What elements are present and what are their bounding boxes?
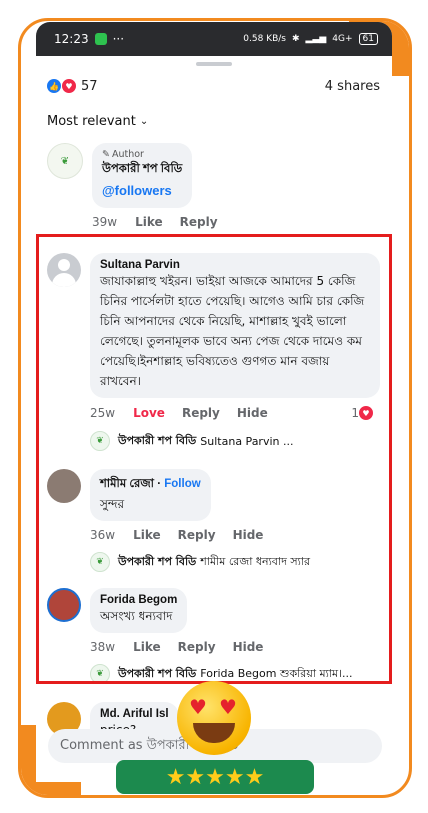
reactions-summary: 👍 ♥ 57 4 shares xyxy=(36,66,392,94)
hide-button[interactable]: Hide xyxy=(237,406,268,420)
pencil-icon: ✎ xyxy=(102,149,110,160)
comment-bubble: ✎ Author উপকারী শপ বিডি @followers xyxy=(92,143,193,208)
network-type: 4G+ xyxy=(332,34,353,44)
heart-eyes-emoji-icon: ♥ ♥ xyxy=(177,681,251,755)
reply-button[interactable]: Reply xyxy=(178,640,216,654)
author-tag: ✎ Author xyxy=(102,149,144,160)
battery-icon: 61 xyxy=(358,33,378,45)
comment-bubble: শামীম রেজা · Follow সুন্দর xyxy=(90,469,211,521)
shop-avatar-small: ❦ xyxy=(90,431,110,451)
reactions-button[interactable]: 👍 ♥ 57 xyxy=(47,78,98,94)
shop-avatar[interactable]: ❦ xyxy=(47,143,83,179)
signal-icon: ▂▃▅ xyxy=(305,34,327,44)
comment-text: সুন্দর xyxy=(100,497,125,511)
default-avatar[interactable] xyxy=(47,253,81,287)
comment-time: 39w xyxy=(92,215,118,229)
comment-shamim: শামীম রেজা · Follow সুন্দর 36w Like Repl… xyxy=(47,469,392,572)
comment-text: অসংখ্য ধন্যবাদ xyxy=(100,609,173,623)
comment-time: 36w xyxy=(90,528,116,542)
comment-author-name[interactable]: উপকারী শপ বিডি xyxy=(102,160,182,179)
comment-actions: 39w Like Reply xyxy=(92,215,235,229)
comment-forida: Forida Begom অসংখ্য ধন্যবাদ 38w Like Rep… xyxy=(47,588,392,684)
hide-button[interactable]: Hide xyxy=(233,640,264,654)
emoji-mouth xyxy=(193,723,235,743)
shop-avatar-small: ❦ xyxy=(90,552,110,572)
comment-actions: 38w Like Reply Hide xyxy=(90,640,353,654)
reply-author: উপকারী শপ বিডি xyxy=(118,666,197,680)
heart-eye-left-icon: ♥ xyxy=(189,695,207,719)
comment-time: 25w xyxy=(90,406,116,420)
comment-sultana: Sultana Parvin জাযাকাল্লাহু খইরন। ভাইয়া… xyxy=(47,253,392,451)
comment-author-name: শামীম রেজা · Follow xyxy=(100,478,201,490)
heart-eye-right-icon: ♥ xyxy=(219,695,237,719)
reply-author: উপকারী শপ বিডি xyxy=(118,554,197,568)
reply-author: উপকারী শপ বিডি xyxy=(118,433,197,447)
like-button[interactable]: Like xyxy=(133,640,161,654)
like-button[interactable]: Like xyxy=(135,215,163,229)
reply-button[interactable]: Reply xyxy=(180,215,218,229)
chevron-down-icon: ⌄ xyxy=(139,116,149,127)
follow-button[interactable]: Follow xyxy=(164,478,200,490)
reaction-count: 57 xyxy=(81,78,98,94)
comment-bubble: Sultana Parvin জাযাকাল্লাহু খইরন। ভাইয়া… xyxy=(90,253,380,398)
like-reaction-icon: 👍 xyxy=(47,79,61,93)
comment-actions: 25w Love Reply Hide 1 ♥ xyxy=(90,405,380,421)
shares-count[interactable]: 4 shares xyxy=(325,79,380,94)
user-avatar[interactable] xyxy=(47,469,81,503)
hide-button[interactable]: Hide xyxy=(233,528,264,542)
love-button[interactable]: Love xyxy=(133,406,165,420)
shop-avatar-small: ❦ xyxy=(90,664,110,684)
star-rating: ★★★★★ xyxy=(165,764,265,790)
love-reaction-icon: ♥ xyxy=(61,78,77,94)
love-reaction-icon: ♥ xyxy=(358,405,374,421)
sort-dropdown[interactable]: Most relevant ⌄ xyxy=(36,94,392,129)
reply-text: শামীম রেজা ধন্যবাদ স্যার xyxy=(200,554,311,568)
status-bar: 12:23 ··· 0.58 KB/s ✱ ▂▃▅ 4G+ 61 xyxy=(36,22,392,56)
reply-button[interactable]: Reply xyxy=(178,528,216,542)
comment-time: 38w xyxy=(90,640,116,654)
comment-text: জাযাকাল্লাহু খইরন। ভাইয়া আজকে আমাদের 5 … xyxy=(100,274,365,388)
reply-preview[interactable]: ❦ উপকারী শপ বিডি শামীম রেজা ধন্যবাদ স্যা… xyxy=(90,552,310,572)
status-dots: ··· xyxy=(112,32,125,46)
comment-author-name[interactable]: Md. Ariful Isl xyxy=(100,708,169,720)
comment-bubble: Forida Begom অসংখ্য ধন্যবাদ xyxy=(90,588,188,633)
phone-screen: 12:23 ··· 0.58 KB/s ✱ ▂▃▅ 4G+ 61 👍 ♥ 57 … xyxy=(36,22,392,782)
network-speed: 0.58 KB/s xyxy=(243,34,286,44)
reply-text: Sultana Parvin ... xyxy=(200,434,294,448)
reply-text: Forida Begom শুকরিয়া ম্যাম।... xyxy=(200,666,353,680)
five-star-rating-badge: ★★★★★ xyxy=(116,760,314,794)
comment-author: ❦ ✎ Author উপকারী শপ বিডি @followers 39w … xyxy=(47,143,392,229)
comments-sheet: 👍 ♥ 57 4 shares Most relevant ⌄ ❦ ✎ Autho… xyxy=(36,62,392,782)
reply-button[interactable]: Reply xyxy=(182,406,220,420)
comment-mention[interactable]: @followers xyxy=(102,181,182,201)
sort-label: Most relevant xyxy=(47,114,136,129)
author-name[interactable]: শামীম রেজা xyxy=(100,478,154,490)
like-button[interactable]: Like xyxy=(133,528,161,542)
bluetooth-icon: ✱ xyxy=(291,34,300,44)
user-avatar[interactable] xyxy=(47,588,81,622)
comment-author-name[interactable]: Sultana Parvin xyxy=(100,259,372,271)
whatsapp-icon xyxy=(94,33,107,45)
status-time: 12:23 xyxy=(54,32,89,46)
comment-author-name[interactable]: Forida Begom xyxy=(100,594,177,606)
reply-preview[interactable]: ❦ উপকারী শপ বিডি Sultana Parvin ... xyxy=(90,431,380,451)
comment-actions: 36w Like Reply Hide xyxy=(90,528,310,542)
